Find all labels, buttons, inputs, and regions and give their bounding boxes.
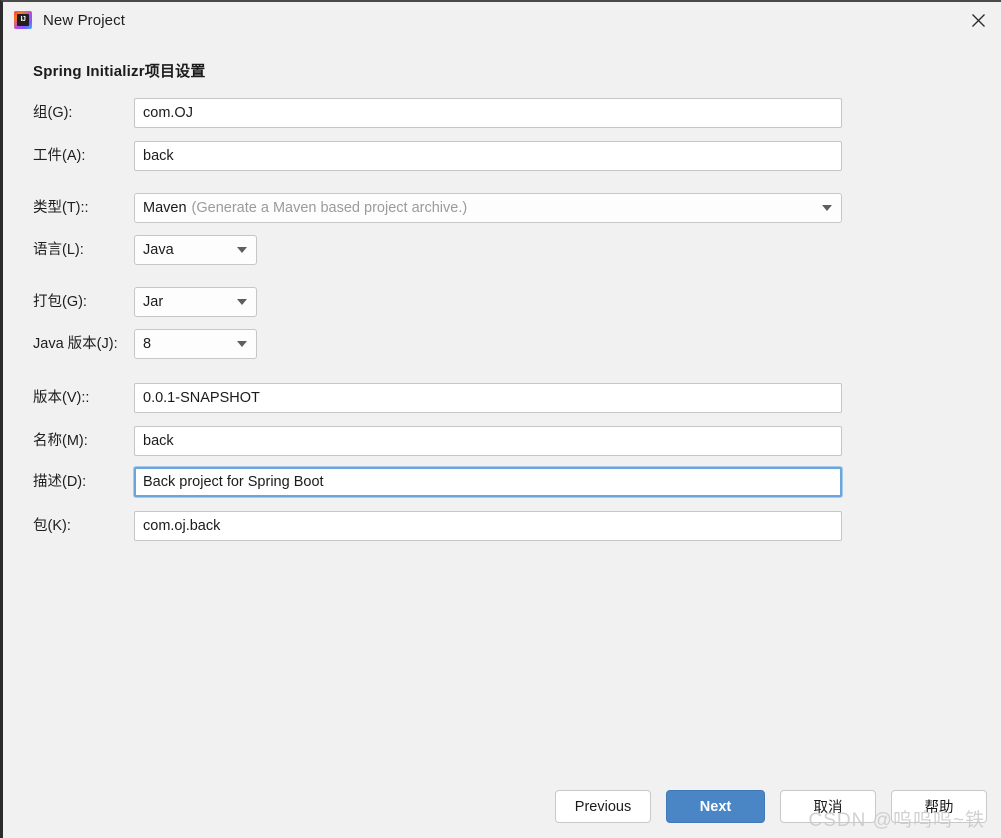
form-row-artifact: 工件(A): back xyxy=(3,141,1001,171)
intellij-idea-icon xyxy=(14,11,32,29)
label-group: 组(G): xyxy=(33,105,73,121)
form-row-java-version: Java 版本(J): 8 xyxy=(3,329,1001,359)
chevron-down-icon xyxy=(822,205,832,211)
label-name: 名称(M): xyxy=(33,433,88,449)
artifact-input[interactable]: back xyxy=(134,141,842,171)
dialog-title: New Project xyxy=(43,11,125,29)
form-row-description: 描述(D): Back project for Spring Boot xyxy=(3,467,1001,497)
chevron-down-icon xyxy=(237,247,247,253)
label-package: 包(K): xyxy=(33,518,71,534)
section-heading: Spring Initializr项目设置 xyxy=(33,63,206,80)
label-packaging: 打包(G): xyxy=(33,294,87,310)
previous-button[interactable]: Previous xyxy=(555,790,651,823)
new-project-dialog: New Project Spring Initializr项目设置 组(G): … xyxy=(0,0,1001,838)
dialog-titlebar: New Project xyxy=(3,2,1001,38)
language-select[interactable]: Java xyxy=(134,235,257,265)
label-java-version: Java 版本(J): xyxy=(33,336,118,352)
form-row-language: 语言(L): Java xyxy=(3,235,1001,265)
packaging-select[interactable]: Jar xyxy=(134,287,257,317)
packaging-select-value: Jar xyxy=(143,294,164,310)
java-version-select-value: 8 xyxy=(143,336,152,352)
label-artifact: 工件(A): xyxy=(33,148,86,164)
label-language: 语言(L): xyxy=(33,242,84,258)
type-select[interactable]: Maven (Generate a Maven based project ar… xyxy=(134,193,842,223)
type-select-hint: (Generate a Maven based project archive.… xyxy=(191,200,468,216)
label-type: 类型(T):: xyxy=(33,200,89,216)
version-input[interactable]: 0.0.1-SNAPSHOT xyxy=(134,383,842,413)
chevron-down-icon xyxy=(237,341,247,347)
type-select-value: Maven xyxy=(143,200,187,216)
help-button[interactable]: 帮助 xyxy=(891,790,987,823)
dialog-content: Spring Initializr项目设置 组(G): com.OJ 工件(A)… xyxy=(3,38,1001,838)
form-row-name: 名称(M): back xyxy=(3,426,1001,456)
cancel-button[interactable]: 取消 xyxy=(780,790,876,823)
label-description: 描述(D): xyxy=(33,474,87,490)
group-input[interactable]: com.OJ xyxy=(134,98,842,128)
form-row-type: 类型(T):: Maven (Generate a Maven based pr… xyxy=(3,193,1001,223)
close-icon[interactable] xyxy=(955,2,1001,38)
name-input[interactable]: back xyxy=(134,426,842,456)
form-row-packaging: 打包(G): Jar xyxy=(3,287,1001,317)
java-version-select[interactable]: 8 xyxy=(134,329,257,359)
label-version: 版本(V):: xyxy=(33,390,90,406)
package-input[interactable]: com.oj.back xyxy=(134,511,842,541)
form-row-group: 组(G): com.OJ xyxy=(3,98,1001,128)
form-row-version: 版本(V):: 0.0.1-SNAPSHOT xyxy=(3,383,1001,413)
description-input[interactable]: Back project for Spring Boot xyxy=(134,467,842,497)
dialog-footer: Previous Next 取消 帮助 xyxy=(3,778,1001,838)
next-button[interactable]: Next xyxy=(666,790,765,823)
language-select-value: Java xyxy=(143,242,174,258)
form-row-package: 包(K): com.oj.back xyxy=(3,511,1001,541)
chevron-down-icon xyxy=(237,299,247,305)
